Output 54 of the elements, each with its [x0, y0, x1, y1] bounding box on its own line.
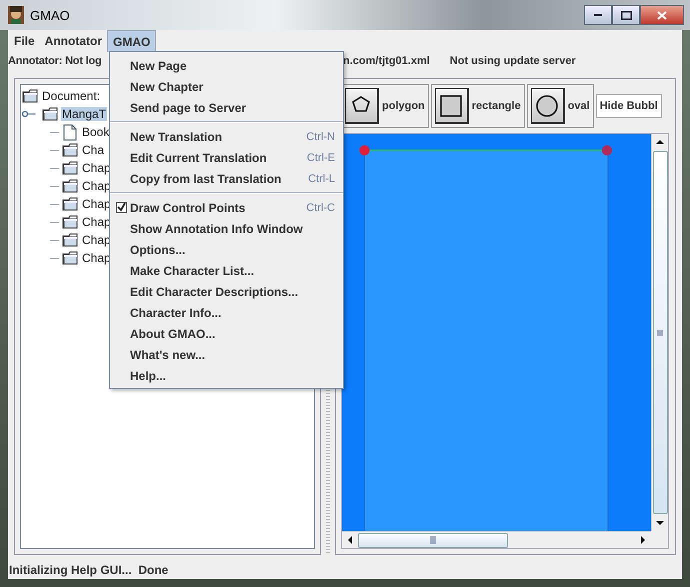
menu-item[interactable]: Show Annotation Info Window [110, 218, 343, 239]
grip-icon [656, 330, 664, 336]
tree-item[interactable]: MangaT [61, 107, 108, 121]
oval-tool-button[interactable]: oval [526, 84, 594, 128]
menu-item[interactable]: What's new... [110, 344, 343, 365]
menu-item[interactable]: Options... [110, 239, 343, 260]
vertical-scrollbar[interactable] [651, 134, 668, 531]
menu-item[interactable]: Edit Current Translation Ctrl-E [110, 147, 343, 168]
grip-icon [430, 536, 436, 544]
menu-item[interactable]: About GMAO... [110, 323, 343, 344]
menu-item[interactable]: New Page [110, 55, 343, 76]
folder-icon [62, 142, 78, 158]
folder-icon [62, 196, 78, 212]
menu-item[interactable]: Character Info... [110, 302, 343, 323]
tree-item[interactable]: Book [81, 125, 110, 139]
document-icon [62, 124, 78, 140]
horizontal-scrollbar[interactable] [342, 531, 651, 548]
app-icon [8, 6, 24, 24]
menu[interactable]: GMAO [107, 30, 156, 52]
info-text: Not using update server [450, 55, 576, 67]
folder-icon [62, 232, 78, 248]
menu-item[interactable]: Help... [110, 365, 343, 386]
window-title: GMAO [30, 8, 70, 22]
polygon-tool-button[interactable]: polygon [341, 84, 429, 128]
circle-icon [534, 92, 560, 118]
menu-item[interactable]: New Chapter [110, 76, 343, 97]
minimize-button[interactable] [584, 5, 612, 25]
close-button[interactable] [640, 5, 684, 25]
status-text: Initializing Help GUI... Done [8, 563, 170, 579]
menu-item[interactable]: Make Character List... [110, 260, 343, 281]
minimize-icon [594, 14, 602, 16]
folder-icon [62, 178, 78, 194]
tree-item[interactable]: Cha [81, 143, 106, 157]
menu-item[interactable]: Send page to Server [110, 97, 343, 118]
folder-icon [62, 214, 78, 230]
folder-icon [62, 250, 78, 266]
menu[interactable]: File [9, 30, 40, 52]
menu-item[interactable]: New Translation Ctrl-N [110, 126, 343, 147]
folder-icon [42, 106, 58, 122]
hide-bubbles-button[interactable]: Hide Bubbl [596, 94, 662, 118]
menu[interactable]: Annotator [40, 30, 107, 52]
rectangle-tool-button[interactable]: rectangle [430, 84, 525, 128]
maximize-button[interactable] [612, 5, 640, 25]
folder-icon [62, 160, 78, 176]
expand-handle-icon[interactable] [22, 109, 36, 119]
menu-item[interactable]: Draw Control Points Ctrl-C [110, 197, 343, 218]
info-text: n.com/tjtg01.xml [343, 55, 430, 67]
menu-item[interactable]: Edit Character Descriptions... [110, 281, 343, 302]
close-icon [657, 10, 667, 20]
menu-item[interactable]: Copy from last Translation Ctrl-L [110, 168, 343, 189]
square-icon [438, 92, 464, 118]
tree-item[interactable]: Document: [41, 89, 102, 103]
info-text: Annotator: Not log [8, 55, 102, 67]
maximize-icon [620, 10, 632, 20]
